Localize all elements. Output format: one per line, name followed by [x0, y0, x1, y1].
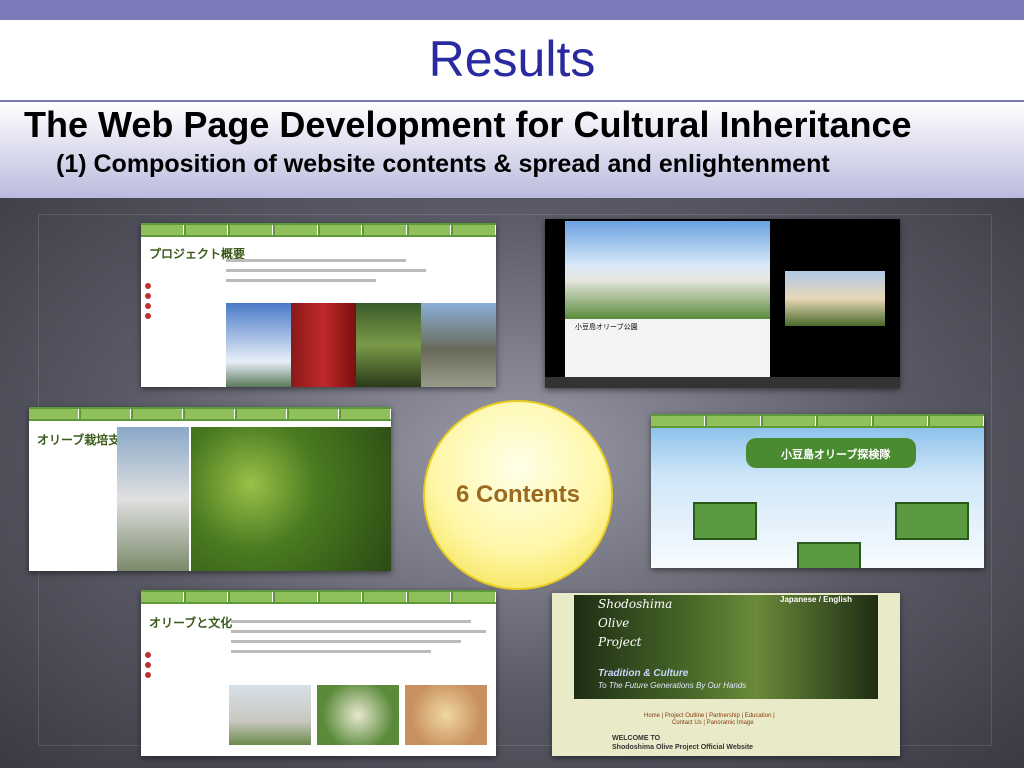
photo-monument — [229, 685, 311, 745]
sensor-photo — [117, 427, 189, 571]
bullet-icon — [145, 313, 151, 319]
olive-fruit-photo — [191, 427, 391, 571]
photo-building — [421, 303, 496, 387]
logo-line-3: Project — [598, 635, 642, 649]
photo-food — [405, 685, 487, 745]
explorer-box-center — [797, 542, 861, 568]
park-photo — [565, 221, 770, 319]
welcome-line-1: WELCOME TO — [612, 735, 661, 742]
menu-line-1[interactable]: Home | Project Outline | Partnership | E… — [644, 713, 775, 719]
explorer-box-right — [895, 502, 969, 540]
welcome-line-2: Shodoshima Olive Project Official Websit… — [612, 744, 754, 751]
olive-culture-screenshot: オリーブと文化 — [141, 590, 496, 756]
olive-explorer-screenshot: 小豆島オリーブ探検隊 — [651, 414, 984, 568]
menu-line-2[interactable]: Contact Us | Panoramic Image — [672, 720, 754, 726]
contents-badge: 6 Contents — [423, 400, 613, 590]
text-line — [226, 279, 376, 282]
tagline-1: Tradition & Culture — [598, 668, 689, 679]
text-line — [226, 259, 406, 262]
photo-red — [291, 303, 356, 387]
nav-bar — [141, 223, 496, 237]
text-line — [231, 650, 431, 653]
text-line — [226, 269, 426, 272]
top-bar — [0, 0, 1024, 20]
nav-bar — [141, 590, 496, 604]
olive-park-screenshot: 小豆島オリーブ公園 — [545, 219, 900, 388]
cultivation-support-screenshot: オリーブ栽培支援 — [29, 407, 391, 571]
player-bar — [545, 377, 900, 388]
photo-sky — [226, 303, 291, 387]
park-caption: 小豆島オリーブ公園 — [575, 324, 638, 331]
logo-line-2: Olive — [598, 616, 630, 630]
text-line — [231, 620, 471, 623]
explorer-title: 小豆島オリーブ探検隊 — [781, 449, 891, 461]
contents-label: 6 Contents — [455, 481, 580, 508]
bullet-icon — [145, 293, 151, 299]
section-heading: The Web Page Development for Cultural In… — [24, 104, 912, 145]
slide-title: Results — [428, 31, 596, 87]
park-side-photo — [785, 271, 885, 326]
logo-line-1: Shodoshima — [598, 597, 673, 611]
text-line — [231, 630, 486, 633]
photo-flowers — [317, 685, 399, 745]
bullet-icon — [145, 662, 151, 668]
page-title: オリーブと文化 — [149, 616, 233, 630]
nav-bar — [651, 414, 984, 428]
explorer-box-left — [693, 502, 757, 540]
bullet-icon — [145, 283, 151, 289]
nav-bar — [29, 407, 391, 421]
text-line — [231, 640, 461, 643]
tagline-2: To The Future Generations By Our Hands — [598, 681, 747, 690]
bullet-icon — [145, 652, 151, 658]
lang-switch[interactable]: Japanese / English — [780, 595, 852, 604]
photo-olive — [356, 303, 421, 387]
project-outline-screenshot: プロジェクト概要 — [141, 223, 496, 387]
bullet-icon — [145, 303, 151, 309]
section-subheading: (1) Composition of website contents & sp… — [56, 150, 830, 178]
shodoshima-homepage-screenshot: Japanese / English Shodoshima Olive Proj… — [552, 593, 900, 756]
bullet-icon — [145, 672, 151, 678]
